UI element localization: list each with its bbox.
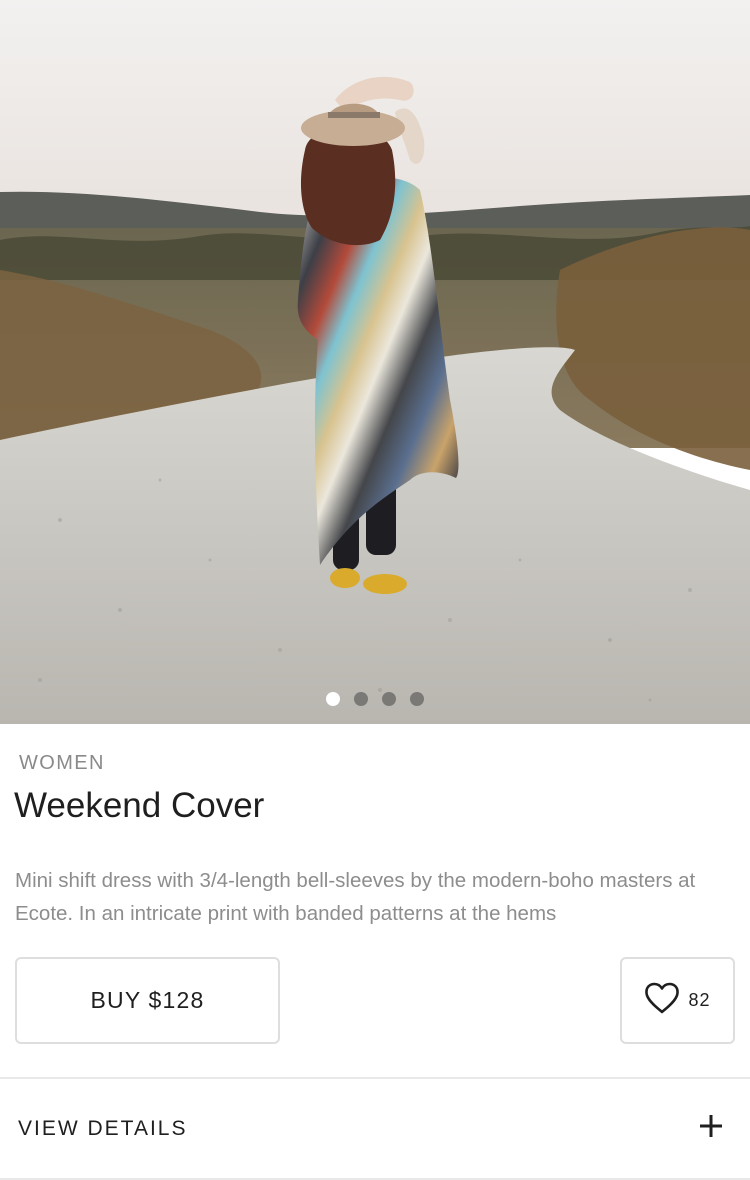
product-description: Mini shift dress with 3/4-length bell-sl… — [15, 869, 696, 925]
view-details-row[interactable]: VIEW DETAILS — [0, 1079, 750, 1178]
buy-button[interactable]: BUY $128 — [15, 957, 280, 1044]
product-category: WOMEN — [19, 752, 105, 774]
heart-icon — [644, 982, 680, 1019]
carousel-dots — [0, 692, 750, 706]
product-title: Weekend Cover — [14, 786, 265, 825]
like-count: 82 — [688, 990, 711, 1010]
carousel-dot-4[interactable] — [410, 692, 424, 706]
plus-icon[interactable] — [700, 1115, 722, 1142]
product-hero-image[interactable] — [0, 0, 750, 724]
buy-button-label: BUY $128 — [90, 987, 205, 1013]
view-details-label: VIEW DETAILS — [18, 1116, 188, 1140]
carousel-dot-3[interactable] — [382, 692, 396, 706]
like-button[interactable]: 82 — [620, 957, 735, 1044]
carousel-dot-1[interactable] — [326, 692, 340, 706]
carousel-dot-2[interactable] — [354, 692, 368, 706]
product-photo — [0, 0, 750, 724]
